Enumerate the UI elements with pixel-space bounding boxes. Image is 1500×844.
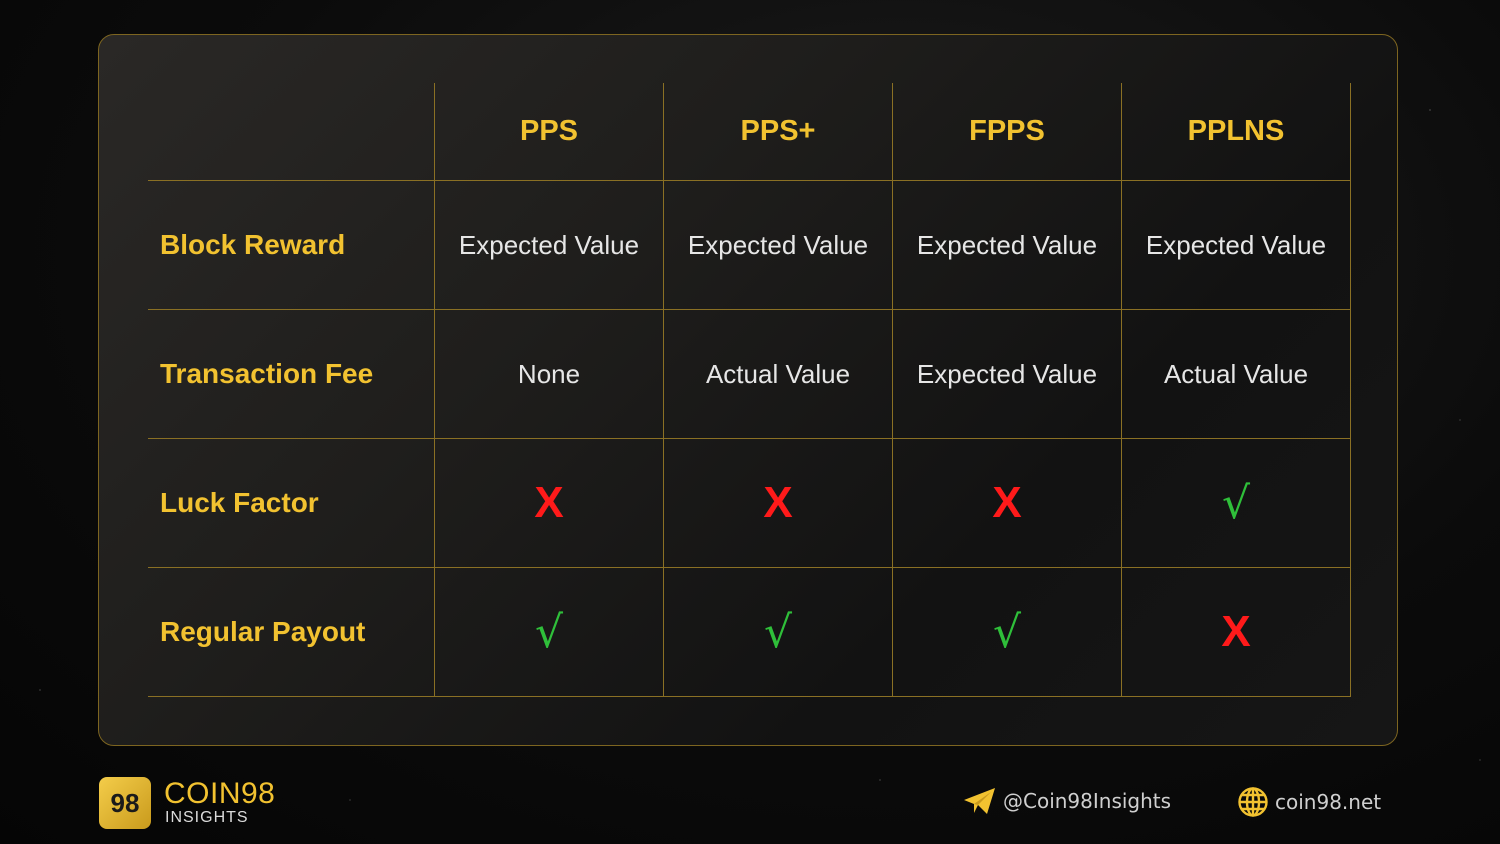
table-cell: Expected Value	[916, 358, 1098, 389]
table-cell: Expected Value	[916, 229, 1098, 260]
website-link[interactable]: coin98.net	[1237, 786, 1381, 818]
website-url: coin98.net	[1275, 790, 1382, 814]
check-icon: √	[534, 606, 564, 658]
header-row: PPS PPS+ FPPS PPLNS	[148, 83, 1351, 181]
brand-name: COIN98	[164, 777, 276, 810]
column-header: PPS+	[740, 115, 816, 147]
telegram-handle: @Coin98Insights	[1003, 789, 1172, 813]
table-cell: Actual Value	[1163, 358, 1309, 389]
row-header: Luck Factor	[160, 487, 319, 518]
cross-icon: X	[534, 478, 564, 527]
table-cell: Expected Value	[687, 229, 869, 260]
table-row: Luck Factor X X X √	[148, 438, 1351, 568]
logo-mark: 98	[110, 787, 140, 818]
check-icon: √	[1221, 477, 1251, 529]
table-cell: None	[517, 358, 581, 389]
table-cell: Expected Value	[458, 229, 640, 260]
column-header: PPLNS	[1187, 115, 1285, 147]
mining-pool-comparison-table: PPS PPS+ FPPS PPLNS Block Reward Expecte…	[148, 83, 1351, 697]
telegram-link[interactable]: @Coin98Insights	[963, 786, 1171, 816]
corner-cell	[148, 83, 435, 181]
cross-icon: X	[1221, 607, 1251, 656]
cross-icon: X	[992, 478, 1022, 527]
coin98-logo-icon: 98	[99, 777, 151, 829]
check-icon: √	[992, 606, 1022, 658]
globe-icon	[1238, 787, 1268, 817]
column-header: FPPS	[969, 115, 1045, 147]
check-icon: √	[763, 606, 793, 658]
telegram-icon	[964, 788, 995, 814]
table-cell: Expected Value	[1145, 229, 1327, 260]
table-row: Regular Payout √ √ √ X	[148, 567, 1351, 697]
row-header: Regular Payout	[160, 616, 366, 647]
column-header: PPS	[519, 115, 579, 147]
table-cell: Actual Value	[705, 358, 851, 389]
row-header: Block Reward	[160, 229, 346, 260]
table-row: Transaction Fee None Actual Value Expect…	[148, 309, 1351, 439]
row-header: Transaction Fee	[160, 358, 374, 389]
table-row: Block Reward Expected Value Expected Val…	[148, 180, 1351, 310]
cross-icon: X	[763, 478, 793, 527]
brand-subtitle: INSIGHTS	[165, 809, 249, 826]
